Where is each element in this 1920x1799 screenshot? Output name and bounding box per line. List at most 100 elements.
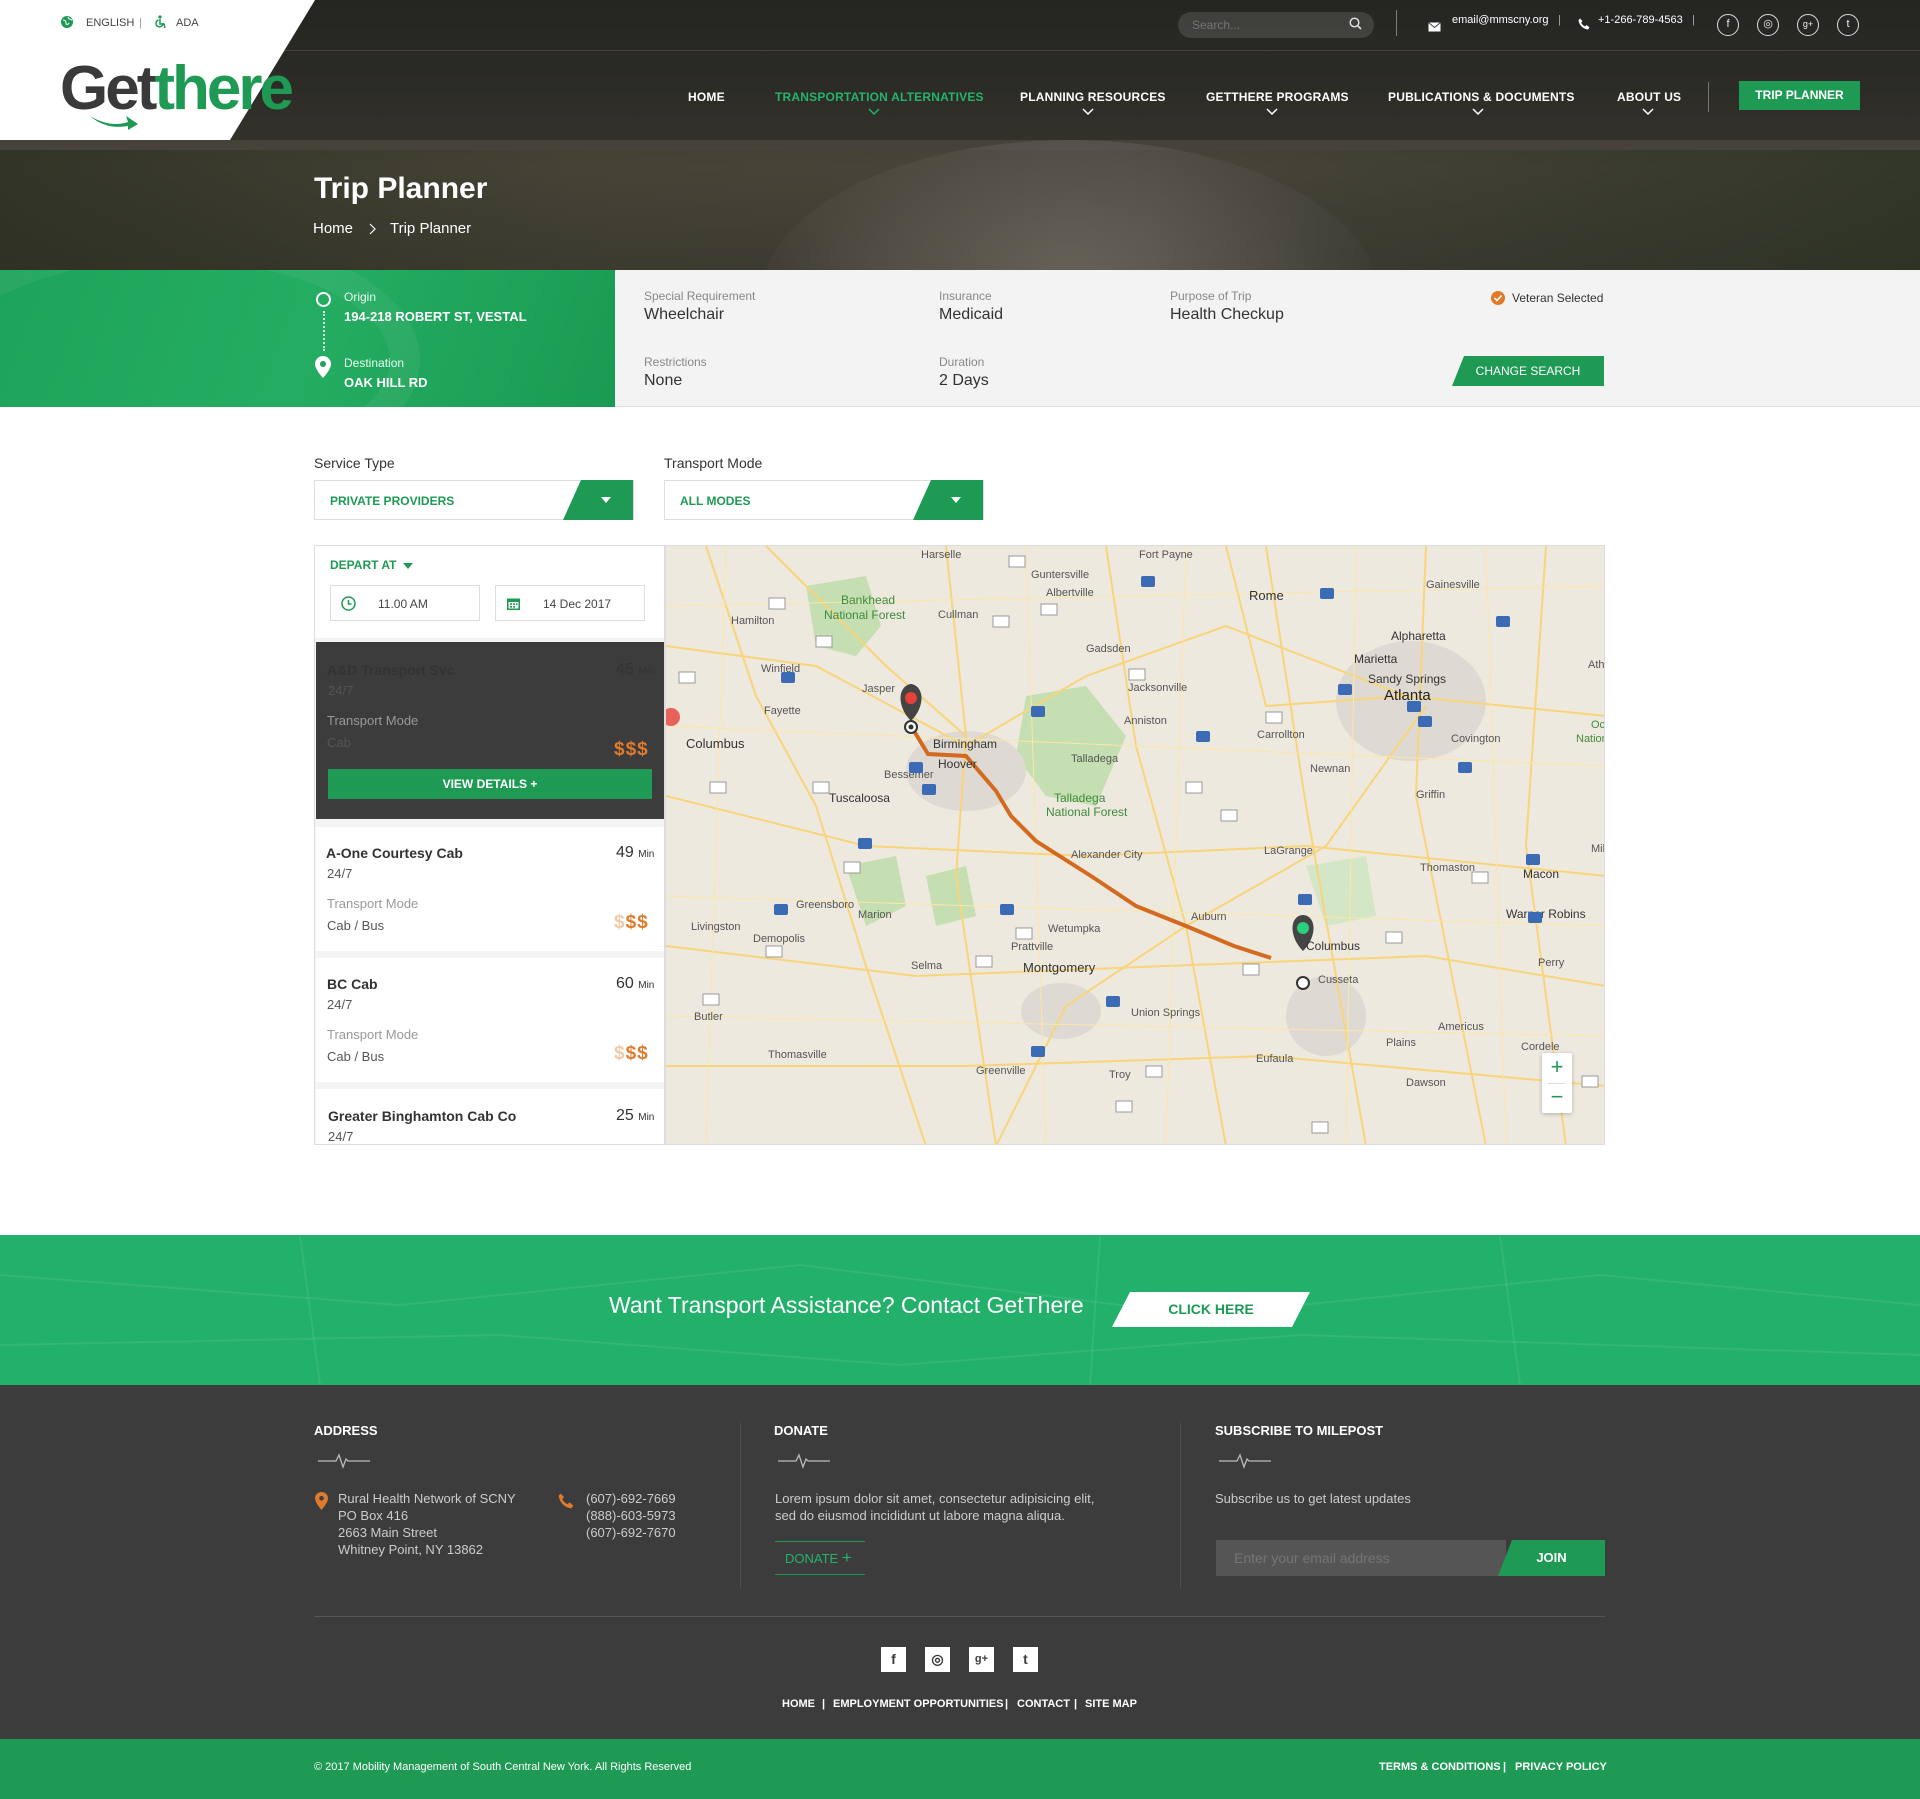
svg-text:Greenville: Greenville bbox=[976, 1065, 1026, 1077]
svg-text:Columbus: Columbus bbox=[1306, 939, 1360, 953]
dropdown-arrow-icon bbox=[563, 480, 633, 520]
footer-link-employment[interactable]: EMPLOYMENT OPPORTUNITIES bbox=[833, 1698, 1004, 1710]
email-link[interactable]: email@mmscny.org bbox=[1452, 14, 1549, 26]
zoom-in-button[interactable]: + bbox=[1542, 1053, 1572, 1083]
svg-text:Guntersville: Guntersville bbox=[1031, 569, 1089, 581]
search-input[interactable] bbox=[1178, 12, 1374, 38]
mail-icon bbox=[1428, 19, 1441, 37]
instagram-icon[interactable]: ◎ bbox=[925, 1647, 950, 1672]
footer-link-home[interactable]: HOME bbox=[782, 1698, 815, 1710]
provider-hours: 24/7 bbox=[327, 997, 353, 1012]
svg-text:Jacksonville: Jacksonville bbox=[1128, 682, 1187, 694]
phone-link[interactable]: +1-266-789-4563 bbox=[1598, 14, 1683, 26]
footer-link-sitemap[interactable]: SITE MAP bbox=[1085, 1698, 1137, 1710]
pulse-icon bbox=[318, 1453, 370, 1469]
nav-planning-resources[interactable]: PLANNING RESOURCES bbox=[1020, 90, 1166, 104]
transport-mode-value: Cab / Bus bbox=[327, 918, 385, 933]
calendar-icon bbox=[507, 598, 520, 610]
nav-about-us[interactable]: ABOUT US bbox=[1617, 90, 1681, 104]
phone-block: (607)-692-7669 (888)-603-5973 (607)-692-76… bbox=[586, 1491, 676, 1540]
svg-text:Thomaston: Thomaston bbox=[1420, 862, 1475, 874]
google-plus-icon[interactable]: g+ bbox=[969, 1647, 994, 1672]
route-connector bbox=[323, 311, 325, 351]
svg-text:Griffin: Griffin bbox=[1416, 789, 1445, 801]
language-link[interactable]: ENGLISH bbox=[86, 17, 134, 29]
facebook-icon[interactable]: f bbox=[881, 1647, 906, 1672]
click-here-button[interactable]: CLICK HERE bbox=[1112, 1292, 1310, 1327]
donate-heading: DONATE bbox=[774, 1423, 828, 1438]
nav-getthere-programs[interactable]: GETTHERE PROGRAMS bbox=[1206, 90, 1349, 104]
svg-text:Mil: Mil bbox=[1591, 843, 1605, 855]
clock-icon bbox=[341, 596, 356, 611]
map-canvas[interactable]: Harselle Guntersville Fort Payne Rome Gaine… bbox=[666, 546, 1605, 1145]
chevron-down-icon bbox=[1266, 108, 1278, 116]
footer-divider bbox=[1180, 1423, 1181, 1588]
svg-text:Marion: Marion bbox=[858, 909, 892, 921]
svg-text:Hoover: Hoover bbox=[938, 757, 977, 771]
footer-link-sep: | bbox=[822, 1698, 826, 1710]
phone-icon bbox=[1578, 17, 1590, 35]
insurance-value: Medicaid bbox=[939, 306, 1004, 323]
destination-value: OAK HILL RD bbox=[344, 375, 428, 390]
join-button[interactable]: JOIN bbox=[1498, 1540, 1605, 1576]
footer bbox=[0, 1385, 1920, 1739]
time-value: 11.00 AM bbox=[378, 597, 428, 611]
topbar-sep: | bbox=[1558, 14, 1561, 26]
chevron-down-icon bbox=[1082, 108, 1094, 116]
privacy-link[interactable]: PRIVACY POLICY bbox=[1515, 1761, 1607, 1773]
page-title: Trip Planner bbox=[314, 172, 488, 205]
nav-publications-documents[interactable]: PUBLICATIONS & DOCUMENTS bbox=[1388, 90, 1575, 104]
origin-value: 194-218 ROBERT ST, VESTAL bbox=[344, 309, 527, 324]
pulse-icon bbox=[778, 1453, 830, 1469]
change-search-button[interactable]: CHANGE SEARCH bbox=[1452, 356, 1604, 386]
svg-text:Eufaula: Eufaula bbox=[1256, 1053, 1294, 1065]
caret-down-icon bbox=[403, 563, 413, 569]
transport-mode-select[interactable]: ALL MODES bbox=[664, 480, 984, 520]
nav-home[interactable]: HOME bbox=[688, 90, 725, 104]
twitter-icon[interactable]: t bbox=[1013, 1647, 1038, 1672]
breadcrumb-home[interactable]: Home bbox=[313, 220, 353, 237]
address-heading: ADDRESS bbox=[314, 1423, 378, 1438]
depart-at-toggle[interactable]: DEPART AT bbox=[330, 558, 396, 572]
pulse-icon bbox=[1219, 1453, 1271, 1469]
route-map[interactable]: Harselle Guntersville Fort Payne Rome Gaine… bbox=[665, 545, 1605, 1145]
site-logo[interactable]: Getthere bbox=[60, 58, 294, 120]
service-type-select[interactable]: PRIVATE PROVIDERS bbox=[314, 480, 634, 520]
search-icon[interactable] bbox=[1349, 17, 1362, 35]
nav-transportation-alternatives[interactable]: TRANSPORTATION ALTERNATIVES bbox=[775, 90, 984, 104]
svg-text:Bankhead: Bankhead bbox=[841, 593, 895, 607]
purpose-label: Purpose of Trip bbox=[1170, 289, 1252, 303]
svg-text:Perry: Perry bbox=[1538, 957, 1565, 969]
twitter-icon[interactable]: t bbox=[1837, 14, 1859, 36]
ada-link[interactable]: ADA bbox=[176, 17, 199, 29]
footer-link-contact[interactable]: CONTACT bbox=[1017, 1698, 1070, 1710]
terms-link[interactable]: TERMS & CONDITIONS bbox=[1379, 1761, 1501, 1773]
copyright: © 2017 Mobility Management of South Cent… bbox=[314, 1761, 692, 1773]
svg-text:Montgomery: Montgomery bbox=[1023, 960, 1096, 975]
svg-text:National Forest: National Forest bbox=[824, 608, 906, 622]
logo-text-there: there bbox=[154, 54, 294, 123]
lang-separator: | bbox=[139, 17, 142, 29]
trip-details-panel bbox=[615, 270, 1920, 407]
price-level: $$$ bbox=[614, 912, 649, 933]
trip-planner-button[interactable]: TRIP PLANNER bbox=[1739, 81, 1860, 110]
svg-text:Athe: Athe bbox=[1588, 659, 1605, 671]
instagram-icon[interactable]: ◎ bbox=[1757, 14, 1779, 36]
provider-hours: 24/7 bbox=[327, 866, 353, 881]
map-zoom-controls: + − bbox=[1542, 1053, 1572, 1113]
svg-text:Alexander City: Alexander City bbox=[1071, 849, 1143, 861]
svg-text:Prattville: Prattville bbox=[1011, 941, 1053, 953]
svg-text:Hamilton: Hamilton bbox=[731, 615, 774, 627]
svg-text:Talladega: Talladega bbox=[1054, 791, 1106, 805]
svg-text:Alpharetta: Alpharetta bbox=[1391, 629, 1446, 643]
google-plus-icon[interactable]: g+ bbox=[1797, 14, 1819, 36]
view-details-button[interactable]: VIEW DETAILS + bbox=[328, 769, 652, 799]
chevron-right-icon bbox=[369, 223, 376, 235]
zoom-out-button[interactable]: − bbox=[1542, 1083, 1572, 1113]
donate-link[interactable]: DONATE + bbox=[775, 1541, 865, 1575]
newsletter-email-input[interactable] bbox=[1216, 1540, 1506, 1576]
duration-label: Duration bbox=[939, 355, 985, 369]
facebook-icon[interactable]: f bbox=[1717, 14, 1739, 36]
svg-text:Americus: Americus bbox=[1438, 1021, 1484, 1033]
provider-name: A&D Transport Svc bbox=[327, 662, 455, 678]
